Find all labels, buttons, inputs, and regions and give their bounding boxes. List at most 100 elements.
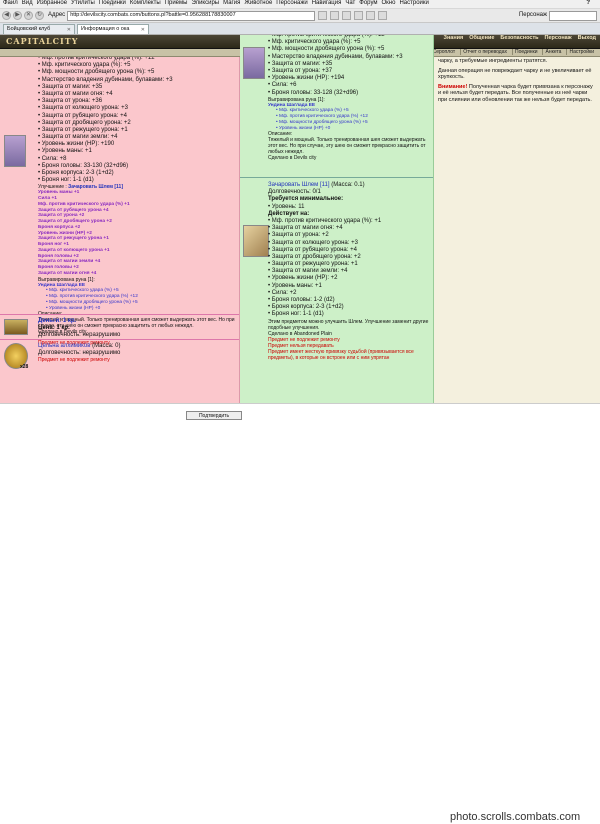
stat-line: • Мастерство владения дубинами, булавами…	[38, 76, 173, 83]
menu-item[interactable]: Эликсиры	[191, 0, 219, 7]
scroll-mass: (Масса: 0.1)	[331, 182, 365, 188]
menu-item[interactable]: Навигация	[312, 0, 342, 7]
stat-line: • Защита от урона: +36	[38, 98, 103, 105]
address-input[interactable]: http://devilscity.combats.com/buttons.pl…	[67, 10, 316, 21]
menu-item[interactable]: Файл	[3, 0, 18, 7]
stat-line: • Мф. критического удара (%): +5	[38, 62, 131, 69]
helmet-item-icon[interactable]	[4, 135, 26, 167]
stat-line: • Уровень жизни (HP): +190	[38, 141, 115, 148]
left-item-panel: • Мф. против критического удара (%): +12…	[0, 57, 240, 403]
stat-line: • Броня корпуса: 2-3 (1+d2)	[38, 170, 114, 176]
tab-info[interactable]: Информация о ока ✕	[77, 24, 149, 34]
stop-icon[interactable]: ✕	[24, 11, 33, 20]
item-note: Предмет имеет жесткую привязку судьбой (…	[268, 348, 414, 361]
act-line: • Защита от урона: +2	[268, 232, 329, 239]
stat-line: • Мф. мощности дробящего урона (%): +5	[268, 46, 385, 53]
requirement-level: • Уровень: 11	[268, 203, 305, 210]
back-icon[interactable]: ◀	[2, 11, 11, 20]
act-line: • Защита от колющего урона: +3	[268, 239, 358, 246]
refresh-icon[interactable]: ↻	[35, 11, 44, 20]
game-menu-item[interactable]: Общение	[469, 35, 494, 42]
submit-button[interactable]: Подтвердить	[186, 411, 242, 420]
close-icon[interactable]: ✕	[141, 27, 145, 33]
menu-item[interactable]: Избранное	[37, 0, 67, 7]
game-menu-item[interactable]: Персонаж	[545, 35, 572, 42]
browser-tabbar: Бойцовский клуб ✕ Информация о ока ✕	[0, 23, 600, 35]
stat-line: • Мастерство владения дубинами, булавами…	[268, 53, 403, 60]
tool-icon[interactable]	[342, 11, 352, 20]
coin-mass: (Масса: 0)	[92, 343, 121, 349]
stat-line: • Защита от рубящего урона: +4	[38, 112, 127, 119]
stat-line: • Уровень жизни (HP): +194	[268, 75, 345, 82]
menu-item[interactable]: Форум	[359, 0, 377, 7]
act-line: • Защита от магии земли: +4	[268, 268, 348, 275]
menu-item[interactable]: Животное	[244, 0, 272, 7]
scroll-title[interactable]: Зачаровать Шлем [11]	[268, 182, 330, 188]
requirements-label: Требуется минимальное:	[268, 196, 344, 203]
coin-note: Предмет не подлежит ремонту	[38, 357, 110, 364]
game-menu-item[interactable]: Безопасность	[500, 35, 538, 42]
game-submenu-item[interactable]: Поединки	[511, 49, 540, 55]
scroll-item-icon[interactable]	[243, 225, 269, 257]
act-line: • Защита от режущего урона: +1	[268, 261, 358, 268]
stat-line: • Броня головы: 33-128 (32+d96)	[268, 89, 359, 96]
act-line: • Защита от магии огня: +4	[268, 225, 343, 232]
act-line: • Защита от дробящего урона: +2	[268, 253, 361, 260]
game-menu-item[interactable]: Знания	[444, 35, 464, 42]
stat-line: • Мф. критического удара (%): +5	[268, 39, 361, 46]
tab-club[interactable]: Бойцовский клуб ✕	[3, 24, 75, 34]
menu-item[interactable]: Приёмы	[165, 0, 188, 7]
stat-line: • Защита от дробящего урона: +2	[38, 119, 131, 126]
game-submenu-item[interactable]: Отчет о переводах	[460, 49, 509, 55]
menu-item[interactable]: Вид	[22, 0, 33, 7]
menu-item[interactable]: Комплекты	[130, 0, 161, 7]
menu-item[interactable]: Персонажи	[276, 0, 307, 7]
act-line: • Броня головы: 1-2 (d2)	[268, 297, 335, 303]
tool-icon[interactable]	[354, 11, 364, 20]
stat-line: • Броня головы: 33-130 (32+d96)	[38, 162, 129, 169]
watermark: photo.scrolls.combats.com	[450, 811, 581, 823]
money-price: Цена: 1 кр.	[38, 325, 70, 332]
description-text: Этим предметом можно улучшить Шлем. Улуч…	[268, 318, 429, 331]
menu-item[interactable]: ?	[586, 0, 590, 7]
menu-item[interactable]: Окно	[382, 0, 396, 7]
menu-item[interactable]: Поединки	[99, 0, 126, 7]
game-submenu-item[interactable]: Настройки	[566, 49, 596, 55]
menu-item[interactable]: Чат	[345, 0, 355, 7]
right-info-panel: чарку, а требуемые ингредиенты тратятся.…	[434, 57, 600, 403]
act-line: • Уровень маны: +1	[268, 282, 322, 289]
stat-line: • Защита от магии: +35	[268, 60, 333, 67]
tool-icon[interactable]	[330, 11, 340, 20]
info-line-2: Данная операция не повреждает чарку и не…	[438, 67, 592, 81]
tool-icon[interactable]	[366, 11, 376, 20]
address-label: Адрес	[48, 11, 66, 18]
menu-item[interactable]: Утилиты	[71, 0, 95, 7]
go-icon[interactable]	[318, 11, 328, 20]
money-title: Деньги: 1 кр.	[38, 318, 77, 324]
game-menu-item[interactable]: Выход	[578, 35, 596, 42]
stat-line: • Броня ног: 1-1 (d1)	[38, 177, 94, 184]
tab-label: Информация о ока	[81, 26, 130, 33]
act-line: • Броня ног: 1-1 (d1)	[268, 311, 324, 318]
stat-line: • Сила: +6	[268, 82, 297, 89]
stat-line: • Защита от режущего урона: +1	[38, 126, 128, 133]
forward-icon[interactable]: ▶	[13, 11, 22, 20]
browser-addressbar: ◀ ▶ ✕ ↻ Адрес http://devilscity.combats.…	[0, 9, 600, 23]
close-icon[interactable]: ✕	[67, 27, 71, 33]
helmet-item-icon[interactable]	[243, 47, 265, 79]
tab-label: Бойцовский клуб	[7, 26, 51, 33]
tool-icon[interactable]	[378, 11, 388, 20]
stat-line: • Защита от урона: +37	[268, 67, 333, 74]
game-submenu-item[interactable]: Анкета	[542, 49, 563, 55]
act-line: • Броня корпуса: 2-3 (1+d2)	[268, 304, 344, 311]
footer: Подтвердить photo.scrolls.combats.com	[0, 403, 600, 823]
person-input[interactable]	[549, 10, 597, 21]
menu-item[interactable]: Магия	[223, 0, 240, 7]
stat-line: • Защита от магии огня: +4	[38, 90, 113, 97]
act-line: • Мф. против критического удара (%): +1	[268, 217, 382, 224]
coin-title[interactable]: Цельна алхимиков	[38, 343, 90, 349]
menu-item[interactable]: Настройки	[399, 0, 428, 7]
person-label: Персонаж	[518, 11, 547, 18]
info-line-1: чарку, а требуемые ингредиенты тратятся.	[438, 58, 548, 64]
money-item-icon[interactable]	[4, 319, 28, 335]
